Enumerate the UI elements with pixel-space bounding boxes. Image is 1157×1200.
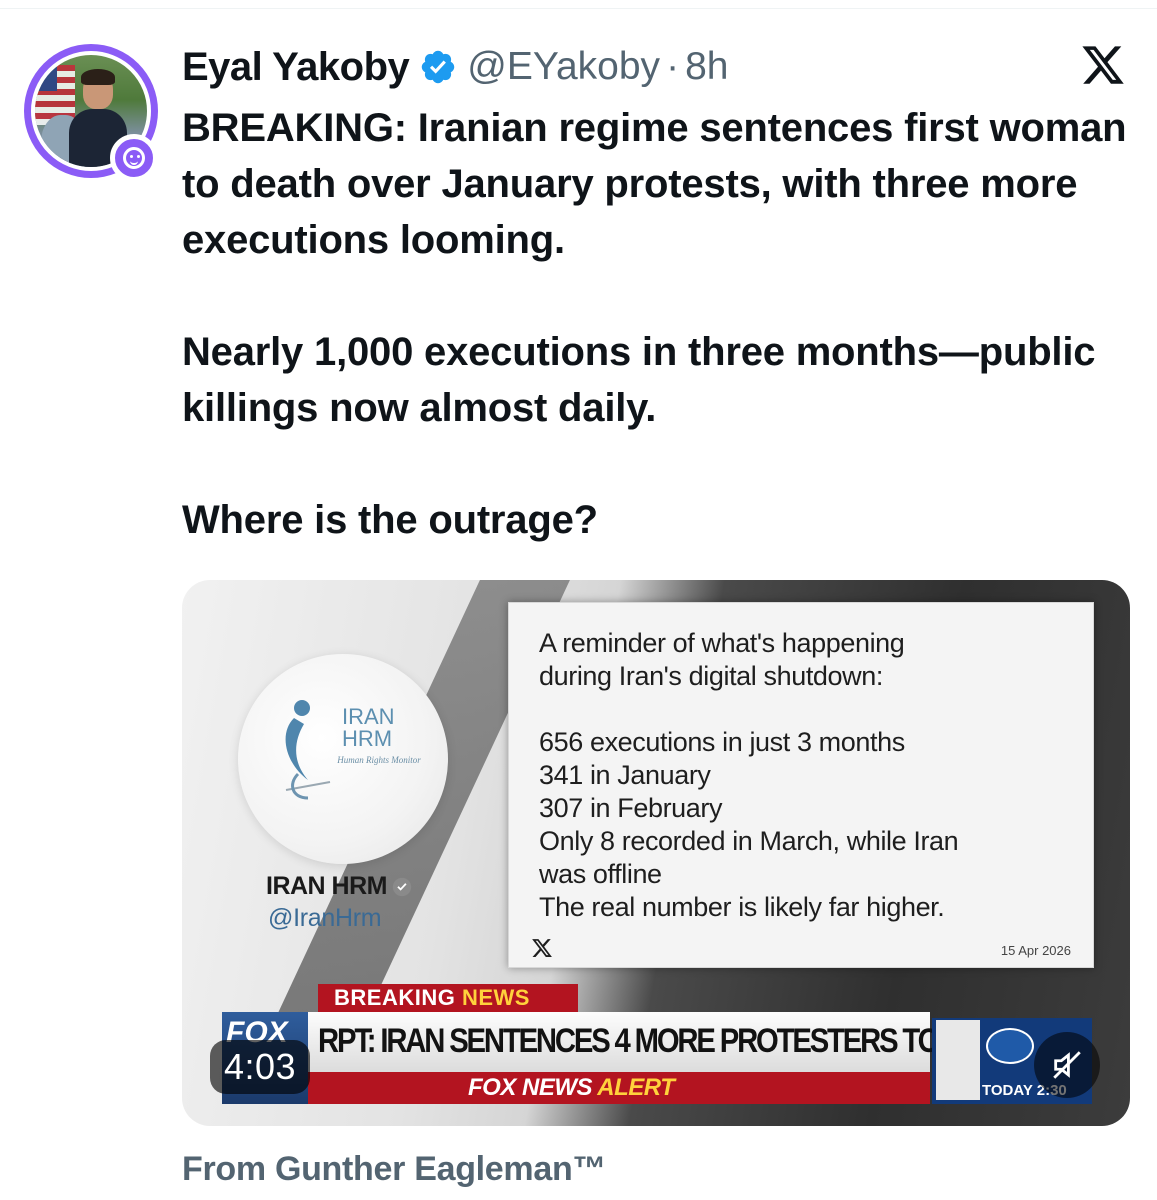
mute-toggle-button[interactable]	[1034, 1032, 1100, 1098]
fox-news-alert-label: FOX NEWS ALERT	[468, 1074, 675, 1101]
quote-line: 307 in February	[539, 793, 723, 823]
tweet-body: BREAKING: Iranian regime sentences first…	[182, 100, 1142, 548]
separator-dot: ·	[666, 45, 680, 88]
quote-line: during Iran's digital shutdown:	[539, 661, 883, 691]
verified-badge-icon	[392, 877, 412, 896]
author-display-name[interactable]: Eyal Yakoby	[182, 45, 410, 90]
embedded-source-name: IRAN HRM	[266, 872, 413, 901]
quote-line: Only 8 recorded in March, while Iran	[539, 826, 959, 856]
chyron-headline: RPT: IRAN SENTENCES 4 MORE PROTESTERS TO…	[318, 1022, 1034, 1060]
x-logo-icon	[1082, 46, 1124, 84]
embedded-post-text: A reminder of what's happening during Ir…	[539, 627, 1079, 924]
dove-barbed-wire-icon	[285, 700, 331, 800]
tweet-paragraph-1: BREAKING: Iranian regime sentences first…	[182, 106, 1127, 262]
embedded-post-date: 15 Apr 2026	[1000, 943, 1071, 958]
top-divider	[0, 8, 1157, 9]
iran-hrm-logo: IRAN HRM Human Rights Monitor	[238, 654, 448, 864]
quote-line: 341 in January	[539, 760, 711, 790]
speaker-muted-icon	[1053, 1051, 1081, 1079]
quote-line: A reminder of what's happening	[539, 628, 905, 658]
video-duration: 4:03	[210, 1040, 311, 1094]
quote-line: The real number is likely far higher.	[539, 892, 945, 922]
tweet-header: Eyal Yakoby @EYakoby · 8h	[182, 42, 728, 92]
logo-text: IRAN HRM	[342, 704, 395, 751]
video-attribution[interactable]: From Gunther Eagleman™	[182, 1150, 606, 1189]
tweet-paragraph-2: Nearly 1,000 executions in three months—…	[182, 330, 1096, 430]
embedded-source-handle: @IranHrm	[268, 904, 382, 932]
verified-badge-icon	[422, 50, 455, 84]
embedded-post-card: A reminder of what's happening during Ir…	[508, 602, 1094, 968]
spaces-badge-icon	[110, 134, 158, 182]
fox-news-alert-bar: FOX NEWS ALERT	[308, 1072, 930, 1104]
quote-line	[539, 693, 1079, 726]
x-logo-icon	[532, 939, 552, 957]
author-handle[interactable]: @EYakoby	[467, 45, 660, 89]
logo-subtitle: Human Rights Monitor	[337, 755, 421, 765]
chyron-headline-bar: RPT: IRAN SENTENCES 4 MORE PROTESTERS TO…	[308, 1012, 1034, 1072]
tweet-paragraph-3: Where is the outrage?	[182, 498, 598, 542]
video-player[interactable]: IRAN HRM Human Rights Monitor IRAN HRM @I…	[182, 580, 1130, 1126]
nasa-logo-icon	[986, 1028, 1034, 1064]
tweet-timestamp[interactable]: 8h	[685, 45, 728, 89]
breaking-news-banner: BREAKING NEWS	[318, 984, 578, 1012]
quote-line: 656 executions in just 3 months	[539, 727, 905, 757]
quote-line: was offline	[539, 859, 662, 889]
